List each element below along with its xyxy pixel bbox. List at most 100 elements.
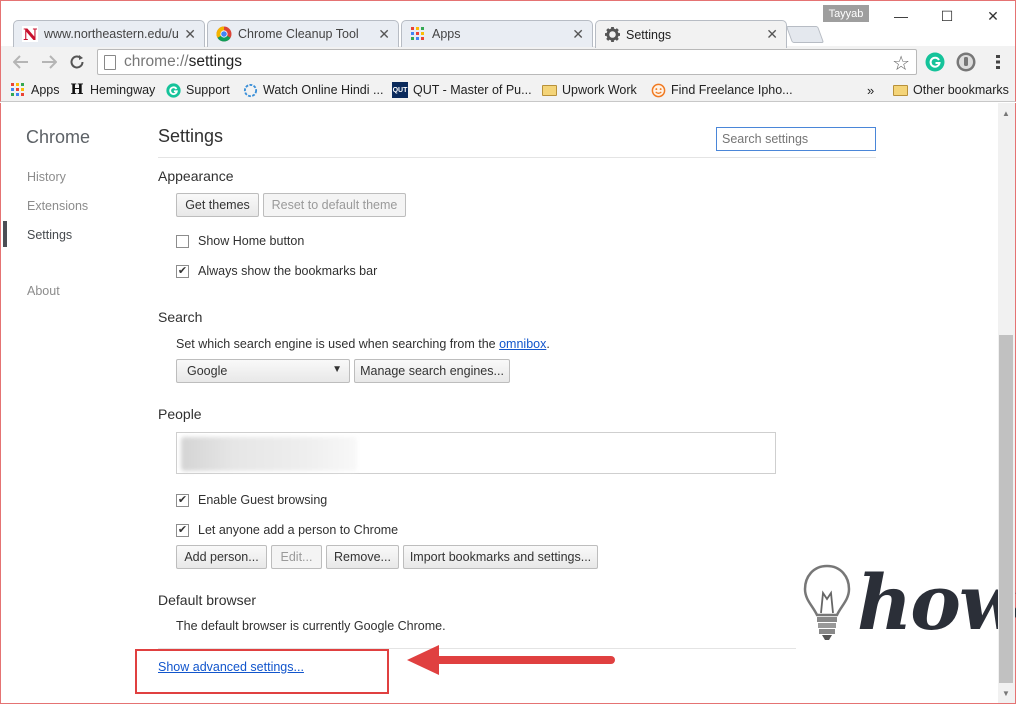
svg-text:N: N [23, 26, 38, 42]
guest-browsing-label: Enable Guest browsing [198, 493, 328, 507]
settings-page: Chrome History Extensions Settings About… [0, 103, 1016, 704]
gear-icon [604, 27, 620, 43]
bookmark-upwork[interactable]: Upwork Work [541, 81, 637, 99]
guest-browsing-checkbox[interactable]: ✔ [176, 493, 189, 507]
bookmark-watch-hindi[interactable]: Watch Online Hindi ... [242, 81, 383, 99]
add-person-button[interactable]: Add person... [176, 545, 267, 569]
menu-button[interactable] [986, 50, 1010, 74]
close-icon[interactable]: ✕ [766, 26, 778, 43]
sidebar-title: Chrome [26, 127, 91, 147]
default-browser-status: The default browser is currently Google … [176, 619, 446, 633]
tab-apps[interactable]: Apps ✕ [401, 20, 593, 47]
sidebar-item-about[interactable]: About [27, 284, 60, 298]
tab-label: Chrome Cleanup Tool [238, 27, 359, 41]
back-button[interactable] [9, 50, 33, 74]
tab-label: Settings [626, 27, 672, 42]
apps-grid-icon [410, 26, 426, 42]
close-icon[interactable]: ✕ [184, 26, 196, 43]
bookmark-apps[interactable]: Apps [10, 81, 60, 99]
manage-search-engines-button[interactable]: Manage search engines... [354, 359, 510, 383]
forward-button[interactable] [37, 50, 61, 74]
annotation-arrow-icon [407, 645, 615, 675]
bookmarks-bar: Apps H Hemingway Support Watch Online Hi… [0, 78, 1016, 102]
annotation-highlight-box [135, 649, 389, 694]
vertical-scrollbar[interactable]: ▲ ▼ [998, 103, 1015, 703]
remove-person-button[interactable]: Remove... [326, 545, 399, 569]
bookmark-qut[interactable]: QUT QUT - Master of Pu... [392, 81, 532, 99]
bookmark-label: QUT - Master of Pu... [413, 83, 532, 97]
title-bar: N www.northeastern.edu/uh ✕ Chrome Clean… [0, 0, 1016, 48]
show-home-label: Show Home button [198, 234, 305, 248]
import-bookmarks-button[interactable]: Import bookmarks and settings... [403, 545, 598, 569]
grammarly-icon [165, 82, 181, 98]
qut-icon: QUT [392, 82, 408, 98]
close-window-button[interactable]: ✕ [970, 3, 1016, 29]
toolbar: chrome://settings ☆ [0, 46, 1016, 78]
search-heading: Search [158, 309, 203, 325]
sidebar-item-history[interactable]: History [27, 170, 66, 184]
scroll-down-arrow-icon[interactable]: ▼ [1002, 689, 1010, 698]
close-icon[interactable]: ✕ [378, 26, 390, 43]
anyone-add-option[interactable]: ✔ Let anyone add a person to Chrome [176, 523, 398, 537]
tab-settings[interactable]: Settings ✕ [595, 20, 787, 48]
bookmark-label: Other bookmarks [913, 83, 1009, 97]
chrome-logo-icon [216, 26, 232, 42]
bookmark-other[interactable]: Other bookmarks [892, 81, 1009, 99]
sidebar-item-settings[interactable]: Settings [27, 228, 72, 242]
guest-browsing-option[interactable]: ✔ Enable Guest browsing [176, 493, 327, 507]
reset-theme-button[interactable]: Reset to default theme [263, 193, 406, 217]
wikihow-watermark: how [801, 563, 1016, 645]
edit-person-button[interactable]: Edit... [271, 545, 322, 569]
watermark-text: how [857, 558, 1016, 647]
show-bookmarks-label: Always show the bookmarks bar [198, 264, 378, 278]
tab-northeastern[interactable]: N www.northeastern.edu/uh ✕ [13, 20, 205, 47]
sidebar-selection-indicator [3, 221, 7, 247]
grammarly-extension-button[interactable] [923, 50, 947, 74]
n-logo-icon: N [22, 26, 38, 42]
forward-arrow-icon [42, 55, 57, 69]
bookmarks-overflow-button[interactable]: » [867, 81, 874, 99]
apps-grid-icon [10, 82, 26, 98]
bookmark-support[interactable]: Support [165, 81, 230, 99]
bookmark-star-icon[interactable]: ☆ [892, 51, 910, 76]
hand-icon [956, 52, 976, 72]
bookmark-hemingway[interactable]: H Hemingway [69, 81, 155, 99]
folder-icon [892, 82, 908, 98]
people-heading: People [158, 406, 202, 422]
hand-extension-button[interactable] [954, 50, 978, 74]
omnibox-link[interactable]: omnibox [499, 337, 546, 351]
sidebar-item-extensions[interactable]: Extensions [27, 199, 88, 213]
search-engine-select[interactable]: Google ▼ [176, 359, 350, 383]
anyone-add-label: Let anyone add a person to Chrome [198, 523, 399, 537]
tab-chrome-cleanup[interactable]: Chrome Cleanup Tool ✕ [207, 20, 399, 47]
minimize-button[interactable]: — [878, 3, 924, 29]
show-bookmarks-option[interactable]: ✔ Always show the bookmarks bar [176, 264, 377, 278]
show-home-checkbox[interactable] [176, 234, 189, 248]
kebab-menu-icon [996, 55, 1000, 69]
maximize-button[interactable]: ☐ [924, 3, 970, 29]
bookmark-freelance[interactable]: Find Freelance Ipho... [650, 81, 793, 99]
tab-label: www.northeastern.edu/uh [44, 27, 179, 41]
people-list[interactable] [176, 432, 776, 474]
search-engine-value: Google [187, 364, 228, 378]
profile-badge[interactable]: Tayyab [823, 5, 869, 22]
appearance-heading: Appearance [158, 168, 234, 184]
bookmark-label: Upwork Work [562, 83, 637, 97]
close-icon[interactable]: ✕ [572, 26, 584, 43]
show-bookmarks-checkbox[interactable]: ✔ [176, 264, 189, 278]
search-description: Set which search engine is used when sea… [176, 337, 550, 351]
new-tab-button[interactable] [785, 26, 825, 43]
page-icon [104, 54, 116, 70]
scroll-up-arrow-icon[interactable]: ▲ [1002, 109, 1010, 118]
reload-button[interactable] [65, 50, 89, 74]
lightbulb-icon [803, 564, 851, 640]
get-themes-button[interactable]: Get themes [176, 193, 259, 217]
address-bar[interactable]: chrome://settings ☆ [97, 49, 917, 75]
search-settings-input[interactable] [716, 127, 876, 151]
show-home-option[interactable]: Show Home button [176, 234, 304, 248]
scrollbar-thumb[interactable] [999, 335, 1013, 683]
anyone-add-checkbox[interactable]: ✔ [176, 523, 189, 537]
default-browser-heading: Default browser [158, 592, 257, 608]
bookmark-label: Support [186, 83, 230, 97]
blurred-profile-entry [181, 437, 357, 471]
